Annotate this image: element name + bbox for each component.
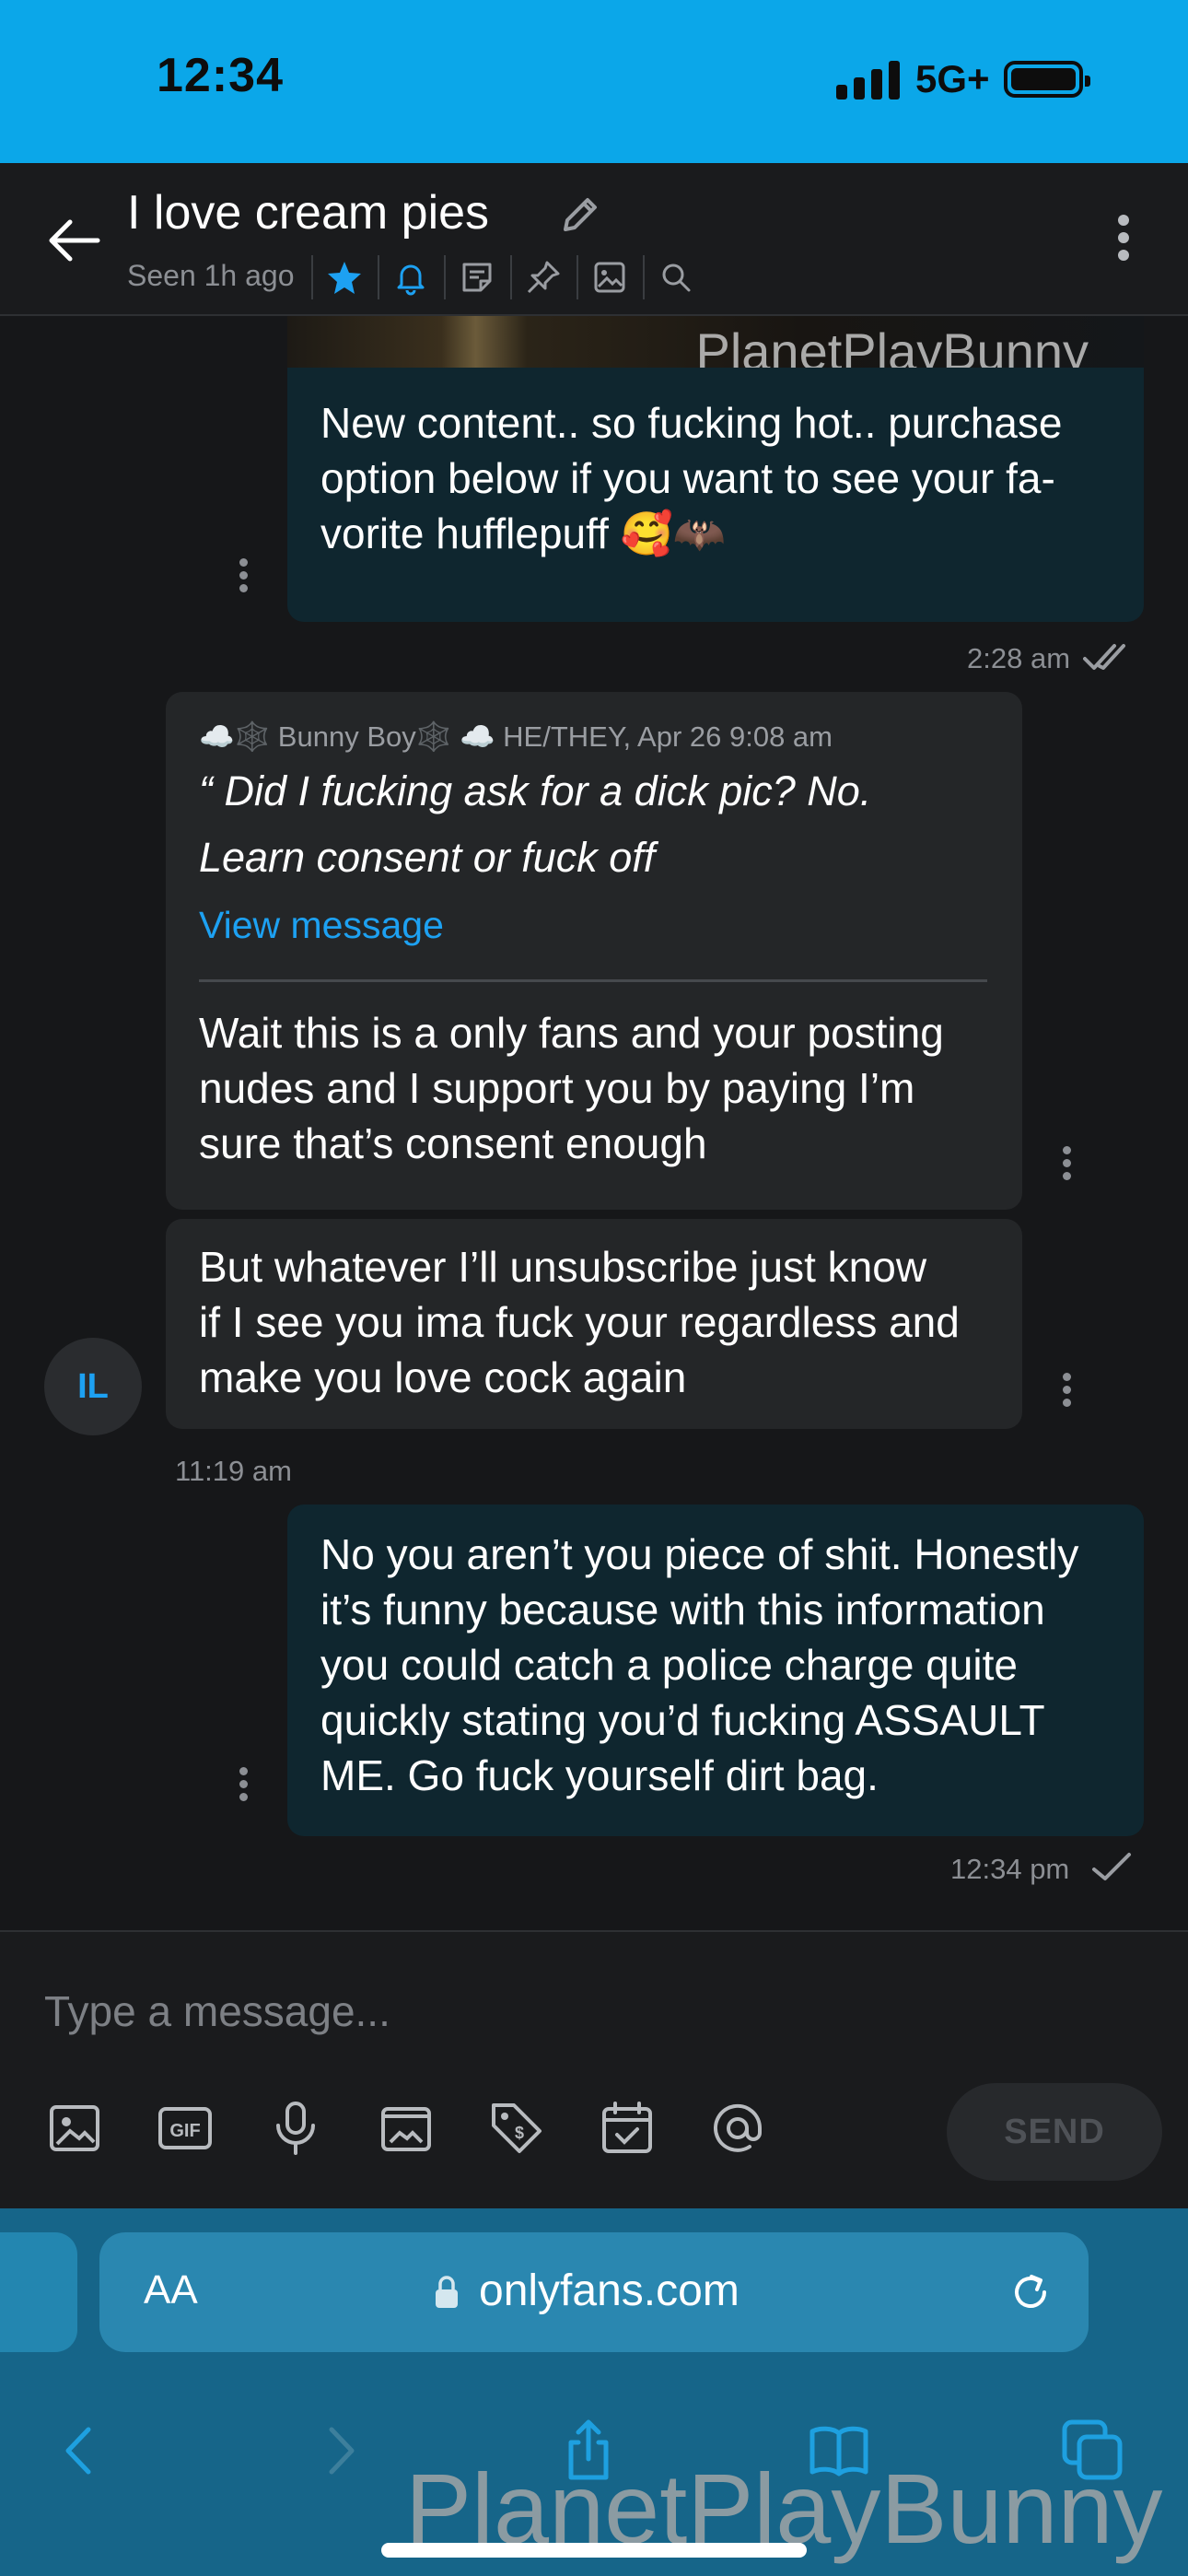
message-options-icon[interactable] [234, 556, 252, 596]
message-input[interactable] [44, 1984, 1057, 2039]
note-icon[interactable] [459, 259, 495, 296]
svg-text:GIF: GIF [169, 2121, 200, 2141]
url-text: onlyfans.com [479, 2266, 740, 2315]
view-message-link[interactable]: View message [199, 904, 444, 947]
message-text-line: vorite hufflepuff 🥰🦇 [320, 509, 727, 557]
network-type: 5G+ [915, 57, 990, 100]
image-icon[interactable] [46, 2100, 103, 2157]
image-icon[interactable] [591, 259, 628, 296]
message-text-line: it’s funny because with this information [320, 1586, 1045, 1633]
forward-icon[interactable] [308, 2418, 372, 2483]
message-options-icon[interactable] [1057, 1143, 1076, 1184]
bell-icon[interactable] [392, 259, 429, 296]
message-options-icon[interactable] [234, 1764, 252, 1805]
calendar-icon[interactable] [599, 2100, 656, 2157]
message-time: 2:28 am [967, 642, 1071, 674]
double-check-icon [1083, 644, 1125, 670]
previous-tab[interactable] [0, 2232, 77, 2352]
message-text-line: option below if you want to see your fa- [320, 454, 1055, 502]
status-time: 12:34 [157, 49, 284, 102]
message-time: 12:34 pm [950, 1853, 1070, 1885]
chat-title[interactable]: I love cream pies [127, 185, 489, 240]
message-bubble[interactable]: No you aren’t you piece of shit. Honestl… [287, 1505, 1144, 1836]
price-tag-icon[interactable]: $ [488, 2100, 545, 2157]
pencil-icon[interactable] [556, 191, 604, 239]
message-text-line: New content.. so fucking hot.. purchase [320, 399, 1063, 447]
avatar[interactable]: IL [44, 1338, 142, 1435]
quote-text-line: “ Did I fucking ask for a dick pic? No. [199, 767, 872, 814]
quote-author: ☁️🕸️ Bunny Boy🕸️ ☁️ HE/THEY, Apr 26 9:08… [199, 720, 833, 753]
last-seen-status: Seen 1h ago [127, 259, 295, 292]
reload-icon[interactable] [1004, 2266, 1057, 2319]
message-text-line: you could catch a police charge quite [320, 1641, 1018, 1689]
quote-divider [199, 979, 987, 982]
message-bubble[interactable]: New content.. so fucking hot.. purchase … [287, 368, 1144, 622]
message-bubble[interactable]: ☁️🕸️ Bunny Boy🕸️ ☁️ HE/THEY, Apr 26 9:08… [166, 692, 1022, 1210]
message-text-line: But whatever I’ll unsubscribe just know [199, 1243, 927, 1291]
message-text-line: nudes and I support you by paying I’m [199, 1064, 915, 1112]
header-separator [510, 255, 512, 299]
message-text-line: ME. Go fuck yourself dirt bag. [320, 1751, 879, 1799]
search-icon[interactable] [658, 259, 694, 296]
header-separator [643, 255, 645, 299]
back-icon[interactable] [48, 2418, 112, 2483]
message-bubble[interactable]: But whatever I’ll unsubscribe just know … [166, 1219, 1022, 1429]
check-icon [1092, 1853, 1131, 1880]
home-indicator[interactable] [381, 2543, 807, 2558]
message-text-line: make you love cock again [199, 1353, 687, 1401]
header-separator [577, 255, 578, 299]
header-separator [311, 255, 313, 299]
address-bar[interactable]: AA onlyfans.com [99, 2232, 1089, 2352]
message-list[interactable]: PlanetPlayBunny New content.. so fucking… [0, 316, 1188, 1930]
message-text-line: quickly stating you’d fucking ASSAULT [320, 1696, 1045, 1744]
mention-icon[interactable] [709, 2100, 766, 2157]
svg-text:$: $ [515, 2124, 524, 2142]
header-separator [444, 255, 446, 299]
battery-icon [1004, 61, 1090, 98]
send-button[interactable]: SEND [947, 2083, 1162, 2181]
reader-settings-button[interactable]: AA [144, 2267, 198, 2313]
message-text-line: if I see you ima fuck your regardless an… [199, 1298, 960, 1346]
quote-text-line: Learn consent or fuck off [199, 834, 656, 881]
message-text-line: No you aren’t you piece of shit. Honestl… [320, 1530, 1079, 1578]
header-separator [378, 255, 379, 299]
back-arrow-icon[interactable] [44, 211, 103, 270]
signal-strength-icon [836, 59, 901, 100]
message-text-line: sure that’s consent enough [199, 1119, 707, 1167]
more-options-icon[interactable] [1105, 211, 1142, 270]
gif-icon[interactable]: GIF [157, 2100, 214, 2157]
chat-header: I love cream pies Seen 1h ago [0, 163, 1188, 316]
message-time: 11:19 am [175, 1455, 292, 1487]
message-composer: GIF $ SEND [0, 1930, 1188, 2208]
message-text-line: Wait this is a only fans and your postin… [199, 1009, 944, 1057]
message-options-icon[interactable] [1057, 1370, 1076, 1411]
lock-icon [436, 2276, 458, 2308]
vault-icon[interactable] [378, 2100, 435, 2157]
star-icon[interactable] [326, 259, 363, 296]
status-bar: 12:34 5G+ [0, 0, 1188, 163]
pin-icon[interactable] [525, 259, 562, 296]
microphone-icon[interactable] [267, 2100, 324, 2157]
